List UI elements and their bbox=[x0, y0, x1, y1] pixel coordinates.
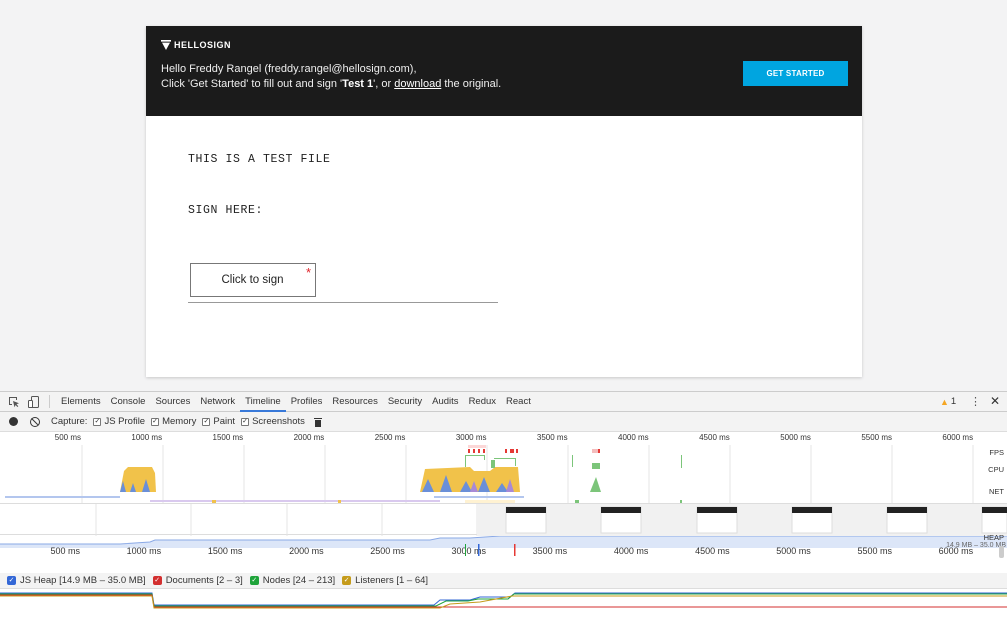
tab-sources[interactable]: Sources bbox=[150, 392, 195, 412]
device-mode-icon[interactable] bbox=[28, 395, 40, 408]
signature-field-label: Click to sign bbox=[221, 274, 284, 286]
heap-label: HEAP bbox=[983, 533, 1004, 542]
ruler-tick-label: 5000 ms bbox=[780, 433, 811, 442]
ruler-tick-label: 2500 ms bbox=[374, 433, 406, 442]
checkbox-icon[interactable]: ✓ bbox=[151, 417, 160, 426]
hellosign-logo-icon bbox=[161, 40, 171, 50]
fps-marks bbox=[468, 445, 600, 453]
counter-label: Listeners [1 – 64] bbox=[355, 575, 429, 586]
timeline-toolbar: Capture: ✓ JS Profile ✓ Memory ✓ Paint ✓ Screen… bbox=[0, 412, 1007, 432]
greeting-text: Hello Freddy Rangel (freddy.rangel@hello… bbox=[161, 62, 501, 92]
timeline-overview[interactable]: 500 ms 1000 ms 1500 ms 2000 ms 2500 ms 3000 m… bbox=[0, 433, 1007, 549]
instruction-line: Click 'Get Started' to fill out and sign… bbox=[161, 77, 501, 92]
close-devtools-icon[interactable]: ✕ bbox=[990, 394, 1000, 408]
counters-graph bbox=[0, 592, 1007, 609]
get-started-button[interactable]: GET STARTED bbox=[743, 61, 848, 86]
document-name: Test 1 bbox=[342, 78, 374, 90]
signature-field[interactable]: Click to sign * bbox=[190, 263, 316, 297]
document-card: HELLOSIGN Hello Freddy Rangel (freddy.ra… bbox=[146, 26, 862, 377]
ruler-tick-label: 1000 ms bbox=[131, 433, 163, 442]
tab-react[interactable]: React bbox=[501, 392, 536, 412]
tab-security[interactable]: Security bbox=[383, 392, 427, 412]
checkbox-icon[interactable]: ✓ bbox=[342, 576, 352, 585]
counter-label: Nodes [24 – 213] bbox=[262, 575, 336, 586]
tab-timeline[interactable]: Timeline bbox=[240, 392, 286, 412]
hellosign-logo: HELLOSIGN bbox=[161, 40, 231, 50]
tab-profiles[interactable]: Profiles bbox=[286, 392, 328, 412]
capture-option-memory[interactable]: ✓ Memory bbox=[151, 416, 196, 427]
toolbar-divider bbox=[49, 395, 50, 408]
ruler-tick-label: 500 ms bbox=[54, 433, 81, 442]
capture-options: ✓ JS Profile ✓ Memory ✓ Paint ✓ Screenshots bbox=[87, 416, 305, 427]
counter-label: JS Heap [14.9 MB – 35.0 MB] bbox=[20, 575, 146, 586]
checkbox-icon[interactable]: ✓ bbox=[202, 417, 211, 426]
capture-option-paint[interactable]: ✓ Paint bbox=[202, 416, 235, 427]
ruler-tick-label: 1500 ms bbox=[212, 433, 244, 442]
cpu-label: CPU bbox=[988, 465, 1004, 474]
capture-option-screenshots[interactable]: ✓ Screenshots bbox=[241, 416, 305, 427]
ruler-tick-label: 6000 ms bbox=[942, 433, 974, 442]
capture-option-label: Screenshots bbox=[252, 416, 305, 427]
tab-network[interactable]: Network bbox=[195, 392, 240, 412]
screen: HELLOSIGN Hello Freddy Rangel (freddy.ra… bbox=[0, 0, 1007, 626]
tab-audits[interactable]: Audits bbox=[427, 392, 463, 412]
trash-icon[interactable] bbox=[313, 417, 322, 427]
checkbox-icon[interactable]: ✓ bbox=[249, 576, 259, 585]
checkbox-icon[interactable]: ✓ bbox=[152, 576, 162, 585]
checkbox-icon[interactable]: ✓ bbox=[93, 417, 102, 426]
net-label: NET bbox=[989, 487, 1004, 496]
document-viewport: HELLOSIGN Hello Freddy Rangel (freddy.ra… bbox=[0, 0, 1007, 391]
capture-option-js-profile[interactable]: ✓ JS Profile bbox=[93, 416, 145, 427]
instruction-suffix: the original. bbox=[441, 78, 502, 90]
ruler-tick-label: 2000 ms bbox=[293, 433, 325, 442]
counter-toggle-listeners[interactable]: ✓ Listeners [1 – 64] bbox=[342, 575, 428, 586]
counter-toggle-documents[interactable]: ✓ Documents [2 – 3] bbox=[152, 575, 243, 586]
capture-option-label: JS Profile bbox=[104, 416, 146, 427]
devtools-tabbar: Elements Console Sources Network Timeline Pro… bbox=[0, 392, 1007, 412]
signature-line bbox=[188, 302, 498, 303]
ruler-tick-label: 3000 ms bbox=[455, 433, 487, 442]
checkbox-icon[interactable]: ✓ bbox=[7, 576, 16, 585]
timeline-details-ruler[interactable]: 500 ms 1000 ms 1500 ms 2000 ms 2500 ms 3000 m… bbox=[0, 543, 1007, 573]
counters-legend: ✓ JS Heap [14.9 MB – 35.0 MB] ✓ Documents [… bbox=[0, 573, 1007, 589]
warning-icon: ▲ bbox=[940, 396, 949, 407]
brand-name: HELLOSIGN bbox=[174, 40, 232, 50]
devtools-panel: Elements Console Sources Network Timeline Pro… bbox=[0, 391, 1007, 626]
capture-option-label: Memory bbox=[162, 416, 197, 427]
document-text-title: THIS IS A TEST FILE bbox=[188, 153, 331, 166]
capture-option-label: Paint bbox=[213, 416, 236, 427]
tab-console[interactable]: Console bbox=[106, 392, 151, 412]
ruler-tick-label: 3500 ms bbox=[536, 433, 568, 442]
document-text-sign-here: SIGN HERE: bbox=[188, 204, 264, 217]
clear-button[interactable] bbox=[30, 416, 40, 427]
ruler-tick-label: 5500 ms bbox=[861, 433, 892, 442]
tab-resources[interactable]: Resources bbox=[327, 392, 382, 412]
counter-label: Documents [2 – 3] bbox=[165, 575, 243, 586]
warning-count: 1 bbox=[950, 396, 957, 407]
instruction-mid: ', or bbox=[373, 78, 395, 90]
capture-label: Capture: bbox=[51, 416, 88, 427]
counter-toggle-nodes[interactable]: ✓ Nodes [24 – 213] bbox=[249, 575, 336, 586]
screenshot-filmstrip bbox=[0, 503, 1007, 536]
greeting-line: Hello Freddy Rangel (freddy.rangel@hello… bbox=[161, 63, 417, 75]
signing-banner: HELLOSIGN Hello Freddy Rangel (freddy.ra… bbox=[146, 26, 862, 116]
ruler-tick-label: 4000 ms bbox=[618, 433, 649, 442]
counter-toggle-js-heap[interactable]: ✓ JS Heap [14.9 MB – 35.0 MB] bbox=[7, 575, 146, 586]
instruction-prefix: Click 'Get Started' to fill out and sign… bbox=[161, 78, 343, 90]
tab-redux[interactable]: Redux bbox=[464, 392, 501, 412]
overview-ruler: 500 ms 1000 ms 1500 ms 2000 ms 2500 ms 3000 m… bbox=[0, 433, 1007, 445]
fps-label: FPS bbox=[989, 448, 1004, 457]
required-marker: * bbox=[305, 265, 311, 280]
tab-elements[interactable]: Elements bbox=[56, 392, 106, 412]
ruler-tick-label: 4500 ms bbox=[699, 433, 730, 442]
inspect-element-icon[interactable] bbox=[8, 396, 20, 408]
record-button[interactable] bbox=[9, 417, 18, 426]
more-options-icon[interactable]: ⋮ bbox=[970, 395, 981, 408]
details-markers bbox=[465, 544, 1004, 558]
checkbox-icon[interactable]: ✓ bbox=[241, 417, 250, 426]
tab-list: Elements Console Sources Network Timeline Pro… bbox=[56, 392, 536, 412]
cpu-graph bbox=[120, 455, 682, 492]
warning-indicator[interactable]: ▲ 1 bbox=[940, 396, 956, 407]
download-link[interactable]: download bbox=[394, 78, 441, 90]
